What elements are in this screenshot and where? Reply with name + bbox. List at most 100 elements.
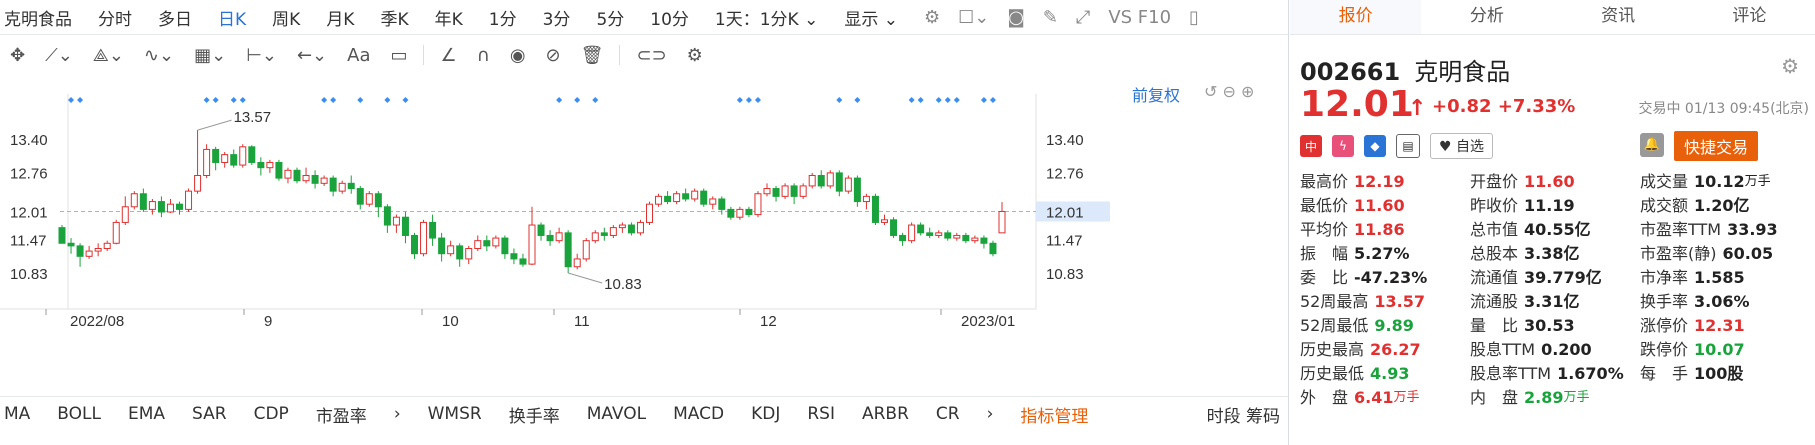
measure-tool-icon[interactable]: ⊢⌄	[246, 45, 277, 66]
hot-icon[interactable]: ϟ	[1332, 135, 1354, 157]
tag-icon[interactable]: ◆	[1364, 135, 1386, 157]
tab-5min[interactable]: 5分	[596, 5, 624, 30]
tab-news[interactable]: 资讯	[1553, 0, 1684, 34]
ind-wmsr[interactable]: WMSR	[428, 404, 482, 424]
quote-value: 6.41	[1354, 388, 1394, 407]
tab-monthly-k[interactable]: 月K	[326, 5, 354, 30]
hide-icon[interactable]: ⊘	[546, 45, 561, 66]
angle-icon[interactable]: ∠	[440, 45, 456, 66]
ind-cr[interactable]: CR	[936, 404, 960, 424]
candle-body	[564, 232, 572, 268]
candle-body	[826, 172, 834, 187]
event-marker-icon	[239, 97, 246, 103]
add-watchlist-button[interactable]: ♥ 自选	[1430, 133, 1494, 159]
ind-ma[interactable]: MA	[4, 404, 30, 424]
ind-macd[interactable]: MACD	[673, 404, 724, 424]
candle-body	[908, 224, 916, 242]
tab-yearly-k[interactable]: 年K	[435, 5, 463, 30]
stock-name: 克明食品	[1414, 58, 1511, 86]
quote-unit: 万手	[1563, 390, 1590, 405]
ind-rsi[interactable]: RSI	[807, 404, 835, 424]
candle-body	[157, 201, 165, 213]
tab-1min[interactable]: 1分	[489, 5, 517, 30]
magnet-icon[interactable]: ∩	[477, 45, 490, 66]
fullscreen-icon[interactable]: ⤢	[1076, 7, 1090, 28]
channel-tool-icon[interactable]: ⟁⌄	[93, 45, 124, 66]
quote-cell: 最低价 11.60	[1300, 194, 1470, 218]
ind-ema[interactable]: EMA	[128, 404, 165, 424]
kline-chart[interactable]: 13.40 13.40 12.76 12.76 12.01 12.01 11.47 11.47…	[0, 74, 1288, 384]
text-tool-icon[interactable]: Aa	[347, 45, 370, 66]
quote-cell: 内 盘 2.89 万手	[1470, 386, 1640, 410]
camera-icon[interactable]: ◙	[1007, 7, 1024, 28]
stock-name-label[interactable]: 克明食品	[4, 5, 72, 30]
arrow-tool-icon[interactable]: ←⌄	[297, 45, 327, 66]
candle-body	[573, 258, 581, 268]
chevron-right-icon[interactable]: ›	[394, 404, 401, 424]
move-icon[interactable]: ✥	[10, 45, 25, 66]
candle-body	[112, 221, 120, 244]
chevron-right-icon[interactable]: ›	[987, 404, 994, 424]
ind-mavol[interactable]: MAVOL	[587, 404, 646, 424]
quick-trade-button[interactable]: 快捷交易	[1674, 131, 1759, 161]
quote-value: -47.23%	[1354, 268, 1428, 287]
ind-turnover[interactable]: 换手率	[509, 402, 560, 427]
quote-row: 历史最高 26.27 股息TTM 0.200 跌停价 10.07	[1300, 338, 1810, 362]
tab-intraday[interactable]: 分时	[98, 5, 132, 30]
ind-pe[interactable]: 市盈率	[316, 402, 367, 427]
pencil-icon[interactable]: ✎	[1043, 7, 1058, 28]
bell-icon[interactable]: 🔔	[1640, 133, 1664, 157]
quote-cell	[1640, 386, 1810, 410]
quote-value: 11.60	[1524, 172, 1575, 191]
ind-boll[interactable]: BOLL	[57, 404, 101, 424]
ind-arbr[interactable]: ARBR	[862, 404, 909, 424]
ind-sar[interactable]: SAR	[192, 404, 227, 424]
ind-kdj[interactable]: KDJ	[751, 404, 780, 424]
sidebar-toggle-icon[interactable]: ▯	[1189, 7, 1199, 28]
link-icon[interactable]: ⊂⊃	[636, 45, 666, 66]
tab-10min[interactable]: 10分	[650, 5, 689, 30]
event-marker-icon	[77, 97, 84, 103]
vs-f10-button[interactable]: VS F10	[1108, 7, 1171, 28]
quote-row: 外 盘 6.41 万手内 盘 2.89 万手	[1300, 386, 1810, 410]
quote-label: 总市值	[1470, 220, 1519, 239]
tab-analysis[interactable]: 分析	[1421, 0, 1552, 34]
tab-multiday[interactable]: 多日	[158, 5, 192, 30]
period-select[interactable]: 1天：1分K ⌄	[715, 5, 818, 30]
fib-tool-icon[interactable]: ▦⌄	[194, 45, 226, 66]
comment-icon[interactable]: ▭	[390, 45, 407, 66]
quote-label: 历史最高	[1300, 340, 1365, 359]
quote-label: 每 手	[1640, 364, 1689, 383]
period-chips-button[interactable]: 时段 筹码	[1207, 402, 1280, 427]
candle-body	[853, 177, 861, 203]
candle-body	[374, 193, 382, 208]
document-icon[interactable]: ▤	[1396, 134, 1420, 158]
gear-icon[interactable]: ⚙	[687, 45, 703, 66]
tab-weekly-k[interactable]: 周K	[272, 5, 300, 30]
settings-icon[interactable]: ⚙	[924, 7, 940, 28]
line-tool-icon[interactable]: ⟋⌄	[45, 45, 73, 66]
display-menu[interactable]: 显示 ⌄	[844, 5, 898, 30]
quote-cell: 每 手 100股	[1640, 362, 1810, 386]
indicator-manage-button[interactable]: 指标管理	[1020, 402, 1088, 427]
tab-3min[interactable]: 3分	[543, 5, 571, 30]
candle-body	[121, 206, 129, 223]
trash-icon[interactable]: 🗑	[581, 45, 604, 66]
tab-quote[interactable]: 报价	[1290, 0, 1422, 34]
quote-unit: 万手	[1393, 390, 1420, 405]
quote-label: 换手率	[1640, 292, 1689, 311]
gear-icon[interactable]: ⚙	[1781, 54, 1799, 78]
ind-cdp[interactable]: CDP	[254, 404, 289, 424]
candle-body	[727, 208, 735, 218]
eye-icon[interactable]: ◉	[510, 45, 526, 66]
kline-svg[interactable]: 13.40 13.40 12.76 12.76 12.01 12.01 11.47 11.47…	[0, 74, 1288, 384]
color-box-icon[interactable]: ☐⌄	[958, 7, 989, 28]
tab-quarterly-k[interactable]: 季K	[380, 5, 408, 30]
quote-label: 历史最低	[1300, 364, 1365, 383]
quote-label: 股息率TTM	[1470, 364, 1552, 383]
wave-tool-icon[interactable]: ∿⌄	[144, 45, 174, 66]
candle-body	[338, 182, 346, 192]
candle-body	[808, 174, 816, 187]
tab-daily-k[interactable]: 日K	[218, 5, 246, 30]
tab-comments[interactable]: 评论	[1684, 0, 1815, 34]
